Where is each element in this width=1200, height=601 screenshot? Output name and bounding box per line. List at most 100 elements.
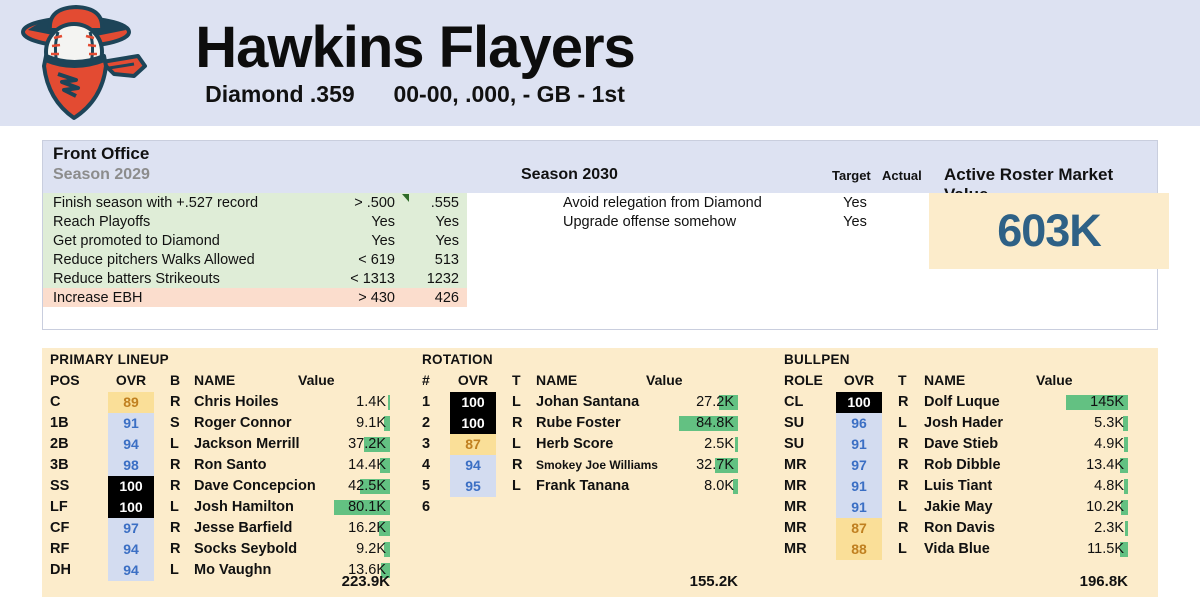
row-value: 4.8K <box>1094 478 1124 494</box>
row-value-cell: 84.8K <box>646 413 738 434</box>
goal-actual: Yes <box>435 232 459 249</box>
column-header: T <box>898 372 907 388</box>
table-row[interactable]: 3B 98 R Ron Santo 14.4K <box>42 455 414 476</box>
table-row[interactable]: MR 91 R Luis Tiant 4.8K <box>774 476 1158 497</box>
front-office-card: Front Office Season 2029 Season 2030 Tar… <box>42 140 1169 330</box>
table-row[interactable]: SS 100 R Dave Concepcion 42.5K <box>42 476 414 497</box>
table-row[interactable]: MR 87 R Ron Davis 2.3K <box>774 518 1158 539</box>
row-overall-rating: 91 <box>108 413 154 434</box>
row-player-name[interactable]: Josh Hader <box>924 413 1003 434</box>
table-row[interactable]: 2 100 R Rube Foster 84.8K <box>414 413 774 434</box>
target-column-header: Target <box>832 168 871 183</box>
table-row[interactable]: 3 87 L Herb Score 2.5K <box>414 434 774 455</box>
row-player-name[interactable]: Ron Santo <box>194 455 267 476</box>
row-player-name[interactable]: Josh Hamilton <box>194 497 294 518</box>
table-row[interactable]: 2B 94 L Jackson Merrill 37.2K <box>42 434 414 455</box>
value-bar <box>735 437 738 452</box>
column-header: B <box>170 372 181 388</box>
row-player-name[interactable]: Jesse Barfield <box>194 518 292 539</box>
panel-title: ROTATION <box>422 352 493 367</box>
row-value: 4.9K <box>1094 436 1124 452</box>
goal-row: Avoid relegation from Diamond Yes <box>553 193 929 212</box>
table-row[interactable]: 4 94 R Smokey Joe Williams 32.7K <box>414 455 774 476</box>
column-header: NAME <box>924 372 966 388</box>
table-row[interactable]: LF 100 L Josh Hamilton 80.1K <box>42 497 414 518</box>
row-overall-rating: 97 <box>836 455 882 476</box>
column-header: # <box>422 372 430 388</box>
row-handedness: R <box>898 478 909 494</box>
row-value: 84.8K <box>696 415 734 431</box>
table-row[interactable]: CF 97 R Jesse Barfield 16.2K <box>42 518 414 539</box>
row-overall-rating: 100 <box>108 497 154 518</box>
row-player-name[interactable]: Rube Foster <box>536 413 621 434</box>
table-row[interactable]: MR 97 R Rob Dibble 13.4K <box>774 455 1158 476</box>
row-player-name[interactable]: Ron Davis <box>924 518 995 539</box>
row-value: 16.2K <box>348 520 386 536</box>
row-player-name[interactable]: Jakie May <box>924 497 993 518</box>
column-header: OVR <box>457 372 489 388</box>
goal-label: Reach Playoffs <box>53 213 151 230</box>
goal-row: Reduce pitchers Walks Allowed < 619 513 <box>43 250 467 269</box>
row-overall-rating: 97 <box>108 518 154 539</box>
row-value-cell: 14.4K <box>298 455 390 476</box>
table-row[interactable]: RF 94 R Socks Seybold 9.2K <box>42 539 414 560</box>
goal-target: Yes <box>371 213 395 230</box>
row-value: 42.5K <box>348 478 386 494</box>
row-player-name[interactable]: Vida Blue <box>924 539 990 560</box>
row-position: 3B <box>50 457 69 473</box>
row-value: 27.2K <box>696 394 734 410</box>
row-value: 37.2K <box>348 436 386 452</box>
table-row[interactable]: 1B 91 S Roger Connor 9.1K <box>42 413 414 434</box>
column-header: Value <box>646 372 683 388</box>
row-value-cell: 2.5K <box>646 434 738 455</box>
goal-target: Yes <box>843 194 867 211</box>
row-handedness: L <box>512 436 521 452</box>
table-row[interactable]: SU 91 R Dave Stieb 4.9K <box>774 434 1158 455</box>
row-value-cell <box>646 497 738 518</box>
row-player-name[interactable]: Rob Dibble <box>924 455 1001 476</box>
row-player-name[interactable]: Socks Seybold <box>194 539 297 560</box>
row-player-name[interactable]: Dave Stieb <box>924 434 998 455</box>
table-row[interactable]: 6 <box>414 497 774 518</box>
row-overall-rating: 95 <box>450 476 496 497</box>
row-player-name[interactable]: Roger Connor <box>194 413 291 434</box>
row-player-name[interactable]: Dolf Luque <box>924 392 1000 413</box>
row-player-name[interactable]: Luis Tiant <box>924 476 992 497</box>
record-label: 00-00, .000, - GB - 1st <box>393 81 625 108</box>
row-overall-rating: 96 <box>836 413 882 434</box>
league-label: Diamond .359 <box>205 81 355 108</box>
table-row[interactable]: C 89 R Chris Hoiles 1.4K <box>42 392 414 413</box>
row-handedness: R <box>170 394 181 410</box>
table-row[interactable]: CL 100 R Dolf Luque 145K <box>774 392 1158 413</box>
column-header: OVR <box>843 372 875 388</box>
row-position: MR <box>784 541 807 557</box>
table-row[interactable]: SU 96 L Josh Hader 5.3K <box>774 413 1158 434</box>
row-position: SU <box>784 436 805 452</box>
column-header: Value <box>1036 372 1073 388</box>
row-player-name[interactable]: Smokey Joe Williams <box>536 455 658 476</box>
row-value-cell: 10.2K <box>1036 497 1128 518</box>
row-player-name[interactable]: Jackson Merrill <box>194 434 300 455</box>
goal-target: Yes <box>371 232 395 249</box>
roster-rows: 1 100 L Johan Santana 27.2K 2 100 R Rube Foster 8… <box>414 392 774 518</box>
row-player-name[interactable]: Herb Score <box>536 434 613 455</box>
row-value-cell: 16.2K <box>298 518 390 539</box>
column-header: NAME <box>194 372 236 388</box>
roster-strip: PRIMARY LINEUP POS OVR B NAME Value C 89 R Chris … <box>42 348 1158 597</box>
table-row[interactable]: 1 100 L Johan Santana 27.2K <box>414 392 774 413</box>
row-overall-rating: 87 <box>450 434 496 455</box>
row-handedness: R <box>170 520 181 536</box>
row-position: 5 <box>422 478 431 494</box>
row-player-name[interactable]: Johan Santana <box>536 392 639 413</box>
row-player-name[interactable]: Frank Tanana <box>536 476 629 497</box>
team-title-block: Hawkins Flayers Diamond .359 00-00, .000… <box>160 18 1200 108</box>
row-player-name[interactable]: Chris Hoiles <box>194 392 279 413</box>
panel-total-row: 155.2K <box>414 573 774 593</box>
column-header: POS <box>50 372 80 388</box>
table-row[interactable]: MR 88 L Vida Blue 11.5K <box>774 539 1158 560</box>
row-value-cell: 11.5K <box>1036 539 1128 560</box>
table-row[interactable]: 5 95 L Frank Tanana 8.0K <box>414 476 774 497</box>
row-position: CF <box>50 520 70 536</box>
goal-row: Increase EBH > 430 426 <box>43 288 467 307</box>
table-row[interactable]: MR 91 L Jakie May 10.2K <box>774 497 1158 518</box>
